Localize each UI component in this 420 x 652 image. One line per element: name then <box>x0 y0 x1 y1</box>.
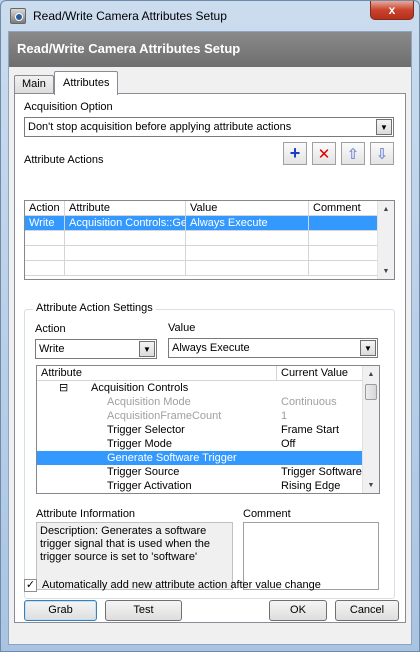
empty-cell <box>186 231 309 246</box>
tab-attributes-label: Attributes <box>63 77 110 89</box>
acquisition-option-label: Acquisition Option <box>24 101 113 113</box>
scroll-up-icon[interactable]: ▲ <box>363 366 379 382</box>
attribute-action-settings-group: Attribute Action Settings Action Write ▼… <box>24 302 395 599</box>
tree-scrollbar[interactable]: ▲ ▼ <box>362 366 379 493</box>
tree-item-value: Frame Start <box>281 424 340 436</box>
move-up-button[interactable]: ⇧ <box>341 142 365 165</box>
attribute-actions-label: Attribute Actions <box>24 154 104 166</box>
dialog-window: Read/Write Camera Attributes Setup x Rea… <box>0 0 420 652</box>
empty-cell <box>65 261 186 276</box>
column-header-value[interactable]: Value <box>186 201 309 216</box>
close-icon: x <box>388 3 396 17</box>
column-header-attribute[interactable]: Attribute <box>65 201 186 216</box>
scroll-down-icon[interactable]: ▼ <box>363 477 379 493</box>
auto-add-label[interactable]: Automatically add new attribute action a… <box>42 579 321 591</box>
tree-item-name[interactable]: Trigger Mode <box>107 437 172 451</box>
header-band: Read/Write Camera Attributes Setup <box>9 32 411 67</box>
table-cell-comment[interactable] <box>309 216 379 231</box>
title-bar[interactable]: Read/Write Camera Attributes Setup x <box>1 1 419 31</box>
tree-header-attribute[interactable]: Attribute <box>37 366 277 381</box>
delete-action-button[interactable]: ✕ <box>312 142 336 165</box>
empty-cell <box>186 246 309 261</box>
tree-item-name-selected[interactable]: Generate Software Trigger <box>107 451 237 465</box>
tree-item-value: Rising Edge <box>281 480 341 492</box>
header-title: Read/Write Camera Attributes Setup <box>17 41 241 56</box>
action-select-value: Write <box>39 343 65 355</box>
tree-item-value: 1 <box>281 410 288 422</box>
action-select[interactable]: Write ▼ <box>35 339 157 359</box>
tree-item-value: Continuous <box>281 396 337 408</box>
tab-main[interactable]: Main <box>14 75 54 93</box>
arrow-down-icon: ⇩ <box>375 145 389 163</box>
column-header-comment[interactable]: Comment <box>309 201 379 216</box>
close-button[interactable]: x <box>370 1 414 20</box>
acquisition-option-value: Don't stop acquisition before applying a… <box>28 121 292 133</box>
chevron-down-icon: ▼ <box>139 341 155 357</box>
dialog-client: Read/Write Camera Attributes Setup Main … <box>8 31 412 645</box>
ok-button[interactable]: OK <box>269 600 327 621</box>
move-down-button[interactable]: ⇩ <box>370 142 394 165</box>
scroll-thumb[interactable] <box>365 384 377 400</box>
table-cell-action[interactable]: Write <box>25 216 65 231</box>
chevron-down-icon: ▼ <box>360 340 376 356</box>
action-label: Action <box>35 323 66 335</box>
scroll-down-icon[interactable]: ▼ <box>378 263 394 279</box>
tab-main-label: Main <box>22 78 46 90</box>
attributes-pane: Acquisition Option Don't stop acquisitio… <box>14 93 406 623</box>
table-cell-attribute[interactable]: Acquisition Controls::Ge <box>65 216 186 231</box>
acquisition-option-select[interactable]: Don't stop acquisition before applying a… <box>24 117 394 137</box>
delete-x-icon: ✕ <box>317 145 331 163</box>
comment-label: Comment <box>243 508 291 520</box>
empty-cell <box>25 261 65 276</box>
tree-item-name[interactable]: Trigger Activation <box>107 479 192 493</box>
add-action-button[interactable]: + <box>283 142 307 165</box>
plus-icon: + <box>289 143 301 163</box>
attribute-tree[interactable]: Attribute Current Value ⊟ Acquisition Co… <box>36 365 380 494</box>
window-title: Read/Write Camera Attributes Setup <box>33 9 227 23</box>
value-select[interactable]: Always Execute ▼ <box>168 338 378 358</box>
scroll-up-icon[interactable]: ▲ <box>378 201 394 217</box>
tree-item-name[interactable]: Trigger Selector <box>107 423 185 437</box>
empty-cell <box>65 246 186 261</box>
tree-node-acquisition-controls[interactable]: Acquisition Controls <box>91 381 188 395</box>
empty-cell <box>309 246 379 261</box>
value-label: Value <box>168 322 196 334</box>
tree-item-name[interactable]: Trigger Source <box>107 465 179 479</box>
arrow-up-icon: ⇧ <box>346 145 360 163</box>
chevron-down-icon: ▼ <box>376 119 392 135</box>
empty-cell <box>25 246 65 261</box>
tree-item-value: Off <box>281 438 296 450</box>
tree-header-current-value[interactable]: Current Value <box>277 366 365 381</box>
cancel-button[interactable]: Cancel <box>335 600 399 621</box>
column-header-action[interactable]: Action <box>25 201 65 216</box>
attribute-information-label: Attribute Information <box>36 508 136 520</box>
test-button[interactable]: Test <box>105 600 182 621</box>
tree-item-name[interactable]: AcquisitionFrameCount <box>107 409 221 423</box>
grab-button[interactable]: Grab <box>24 600 97 621</box>
tab-attributes[interactable]: Attributes <box>54 71 119 95</box>
empty-cell <box>65 231 186 246</box>
empty-cell <box>309 231 379 246</box>
tree-expander-icon[interactable]: ⊟ <box>59 381 68 395</box>
tree-item-name[interactable]: Acquisition Mode <box>107 395 191 409</box>
camera-app-icon <box>10 8 26 24</box>
attribute-actions-grid[interactable]: Action Attribute Value Comment Write Acq… <box>24 200 395 280</box>
empty-cell <box>186 261 309 276</box>
actions-scrollbar[interactable]: ▲ ▼ <box>377 201 394 279</box>
tree-item-value: Trigger Software <box>281 466 362 478</box>
empty-cell <box>309 261 379 276</box>
value-select-value: Always Execute <box>172 342 250 354</box>
settings-group-title: Attribute Action Settings <box>33 302 156 314</box>
auto-add-checkbox[interactable]: ✓ <box>24 579 37 592</box>
table-cell-value[interactable]: Always Execute <box>186 216 309 231</box>
empty-cell <box>25 231 65 246</box>
